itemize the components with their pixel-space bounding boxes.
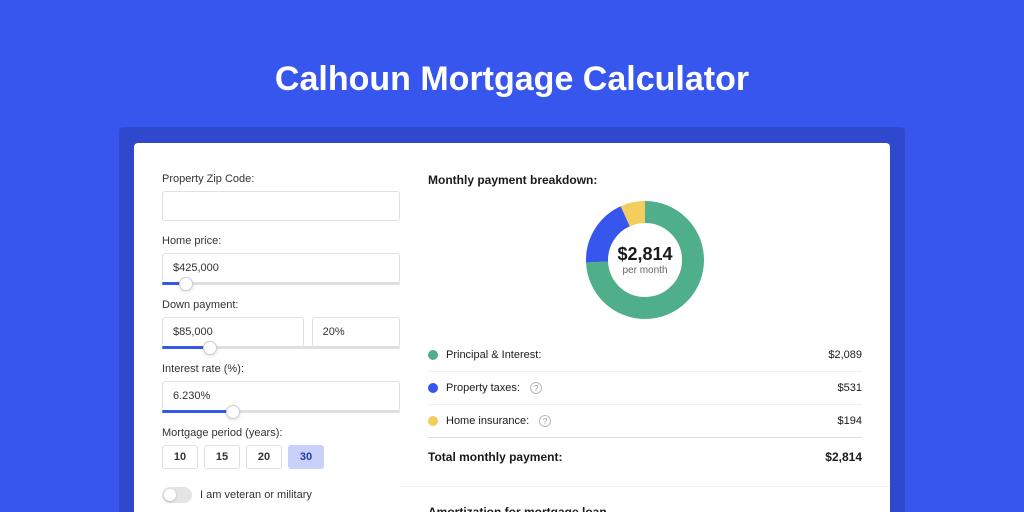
veteran-label: I am veteran or military [200, 489, 312, 501]
legend-value: $194 [838, 415, 862, 427]
down-payment-pct-input[interactable] [312, 317, 400, 347]
zip-field-group: Property Zip Code: [162, 173, 400, 221]
breakdown-column: Monthly payment breakdown: $2,814 per mo… [428, 173, 862, 512]
total-label: Total monthly payment: [428, 450, 562, 464]
period-button-row: 10152030 [162, 445, 400, 469]
down-payment-input[interactable] [162, 317, 304, 347]
down-payment-field-group: Down payment: [162, 299, 400, 349]
legend-label: Property taxes: [446, 382, 520, 394]
zip-label: Property Zip Code: [162, 173, 400, 185]
period-button-20[interactable]: 20 [246, 445, 282, 469]
total-value: $2,814 [825, 450, 862, 464]
interest-field-group: Interest rate (%): [162, 363, 400, 413]
amortization-title: Amortization for mortgage loan [428, 505, 862, 512]
legend-value: $531 [838, 382, 862, 394]
legend-label: Principal & Interest: [446, 349, 541, 361]
down-payment-label: Down payment: [162, 299, 400, 311]
calculator-card: Property Zip Code: Home price: Down paym… [134, 143, 890, 512]
donut-wrap: $2,814 per month [428, 199, 862, 321]
total-row: Total monthly payment: $2,814 [428, 437, 862, 476]
interest-slider-fill [162, 410, 233, 413]
donut-chart: $2,814 per month [584, 199, 706, 321]
home-price-input[interactable] [162, 253, 400, 283]
down-payment-slider-thumb[interactable] [203, 341, 217, 355]
home-price-slider[interactable] [162, 282, 400, 285]
interest-input[interactable] [162, 381, 400, 411]
home-price-label: Home price: [162, 235, 400, 247]
zip-input[interactable] [162, 191, 400, 221]
down-payment-slider[interactable] [162, 346, 400, 349]
interest-slider[interactable] [162, 410, 400, 413]
donut-center: $2,814 per month [584, 199, 706, 321]
legend-row: Principal & Interest: $2,089 [428, 339, 862, 371]
help-icon[interactable]: ? [530, 382, 542, 394]
home-price-slider-thumb[interactable] [179, 277, 193, 291]
card-band: Property Zip Code: Home price: Down paym… [119, 127, 905, 512]
period-button-30[interactable]: 30 [288, 445, 324, 469]
period-button-10[interactable]: 10 [162, 445, 198, 469]
legend-label: Home insurance: [446, 415, 529, 427]
home-price-field-group: Home price: [162, 235, 400, 285]
donut-amount: $2,814 [617, 244, 672, 265]
legend-dot [428, 383, 438, 393]
legend-row: Home insurance:? $194 [428, 404, 862, 437]
veteran-toggle[interactable] [162, 487, 192, 503]
donut-sub: per month [622, 265, 667, 276]
legend-row: Property taxes:? $531 [428, 371, 862, 404]
divider [400, 486, 890, 487]
form-column: Property Zip Code: Home price: Down paym… [162, 173, 400, 512]
period-label: Mortgage period (years): [162, 427, 400, 439]
legend-dot [428, 416, 438, 426]
legend-dot [428, 350, 438, 360]
interest-slider-thumb[interactable] [226, 405, 240, 419]
page-title: Calhoun Mortgage Calculator [0, 0, 1024, 127]
legend-value: $2,089 [828, 349, 862, 361]
veteran-row: I am veteran or military [162, 487, 400, 503]
interest-label: Interest rate (%): [162, 363, 400, 375]
legend: Principal & Interest: $2,089 Property taxe… [428, 339, 862, 437]
breakdown-title: Monthly payment breakdown: [428, 173, 862, 187]
help-icon[interactable]: ? [539, 415, 551, 427]
period-button-15[interactable]: 15 [204, 445, 240, 469]
period-field-group: Mortgage period (years): 10152030 [162, 427, 400, 469]
